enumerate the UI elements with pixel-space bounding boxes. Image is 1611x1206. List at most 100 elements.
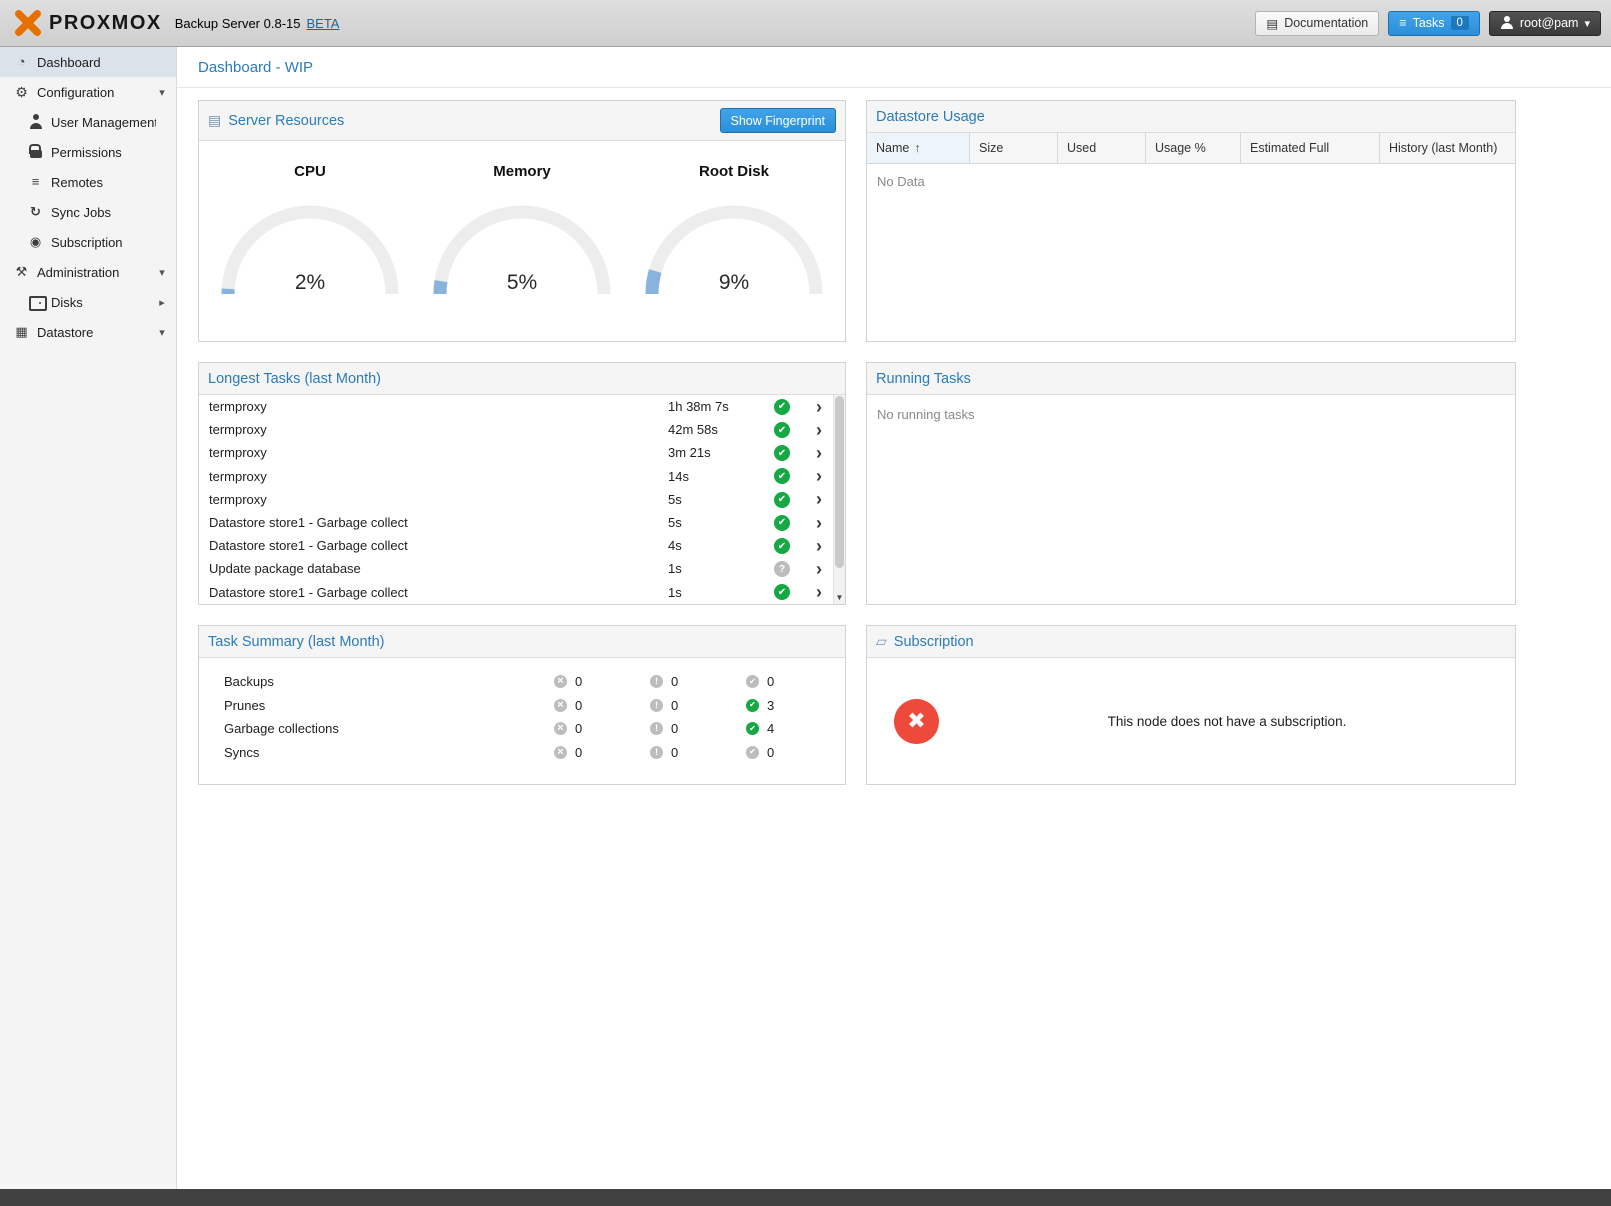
datastore-usage-header: Datastore Usage bbox=[867, 101, 1515, 133]
user-icon bbox=[1500, 16, 1514, 30]
column-usage[interactable]: Usage % bbox=[1146, 133, 1241, 163]
sidebar-item-icon bbox=[13, 264, 30, 280]
ok-count-icon bbox=[746, 746, 759, 759]
longest-tasks-body: termproxy 1h 38m 7s termproxy 42m 58s bbox=[199, 395, 845, 604]
task-summary-panel: Task Summary (last Month) Backups 0 bbox=[198, 625, 846, 785]
task-duration: 5s bbox=[668, 515, 774, 530]
sidebar: Dashboard Configuration User Management bbox=[0, 47, 177, 1189]
chevron-right-icon[interactable] bbox=[805, 514, 833, 532]
error-count: 0 bbox=[575, 674, 582, 689]
proxmox-x-icon bbox=[14, 10, 42, 36]
chevron-right-icon[interactable] bbox=[805, 583, 833, 601]
sidebar-item-label: Dashboard bbox=[37, 55, 156, 70]
column-label: History (last Month) bbox=[1389, 141, 1497, 155]
task-duration: 42m 58s bbox=[668, 422, 774, 437]
chevron-right-icon[interactable] bbox=[805, 490, 833, 508]
no-data-text: No Data bbox=[867, 164, 1515, 201]
chevron-right-icon[interactable] bbox=[805, 444, 833, 462]
scrollbar[interactable] bbox=[833, 395, 845, 604]
expander-icon[interactable] bbox=[156, 326, 168, 339]
warning-count: 0 bbox=[671, 745, 678, 760]
scrollbar-down-button[interactable] bbox=[834, 590, 845, 604]
sidebar-item-icon bbox=[27, 114, 44, 130]
sidebar-item-subscription[interactable]: Subscription bbox=[0, 227, 176, 257]
datastore-usage-columns: Name Size Used bbox=[867, 133, 1515, 164]
beta-link[interactable]: BETA bbox=[306, 16, 339, 31]
ok-count-icon bbox=[746, 675, 759, 688]
running-tasks-header: Running Tasks bbox=[867, 363, 1515, 395]
server-resources-title: Server Resources bbox=[228, 113, 344, 129]
datastore-usage-body: No Data bbox=[867, 164, 1515, 341]
column-label: Usage % bbox=[1155, 141, 1206, 155]
task-row[interactable]: termproxy 3m 21s bbox=[199, 441, 833, 464]
app-window: PROXMOX Backup Server 0.8-15 BETA Docume… bbox=[0, 0, 1611, 1206]
column-history[interactable]: History (last Month) bbox=[1380, 133, 1515, 163]
task-row[interactable]: Datastore store1 - Garbage collect 1s bbox=[199, 581, 833, 604]
longest-tasks-panel: Longest Tasks (last Month) termproxy 1h … bbox=[198, 362, 846, 605]
chevron-right-icon[interactable] bbox=[805, 467, 833, 485]
task-row[interactable]: Datastore store1 - Garbage collect 4s bbox=[199, 534, 833, 557]
sidebar-item-icon bbox=[27, 144, 44, 160]
scrollbar-thumb[interactable] bbox=[835, 396, 844, 568]
task-row[interactable]: termproxy 42m 58s bbox=[199, 418, 833, 441]
ok-count: 3 bbox=[767, 698, 774, 713]
documentation-label: Documentation bbox=[1284, 16, 1368, 30]
column-size[interactable]: Size bbox=[970, 133, 1058, 163]
tasks-label: Tasks bbox=[1413, 16, 1445, 30]
expander-icon[interactable] bbox=[156, 266, 168, 279]
longest-tasks-list: termproxy 1h 38m 7s termproxy 42m 58s bbox=[199, 395, 845, 604]
no-running-tasks-text: No running tasks bbox=[867, 395, 1515, 434]
sidebar-item-disks[interactable]: Disks bbox=[0, 287, 176, 317]
expander-icon[interactable] bbox=[156, 296, 168, 309]
subscription-title: Subscription bbox=[894, 634, 974, 650]
task-status-icon bbox=[774, 561, 790, 577]
sidebar-item-administration[interactable]: Administration bbox=[0, 257, 176, 287]
sidebar-item-icon bbox=[13, 84, 30, 100]
error-count-icon bbox=[554, 675, 567, 688]
chevron-right-icon[interactable] bbox=[805, 398, 833, 416]
sidebar-item-label: User Management bbox=[51, 115, 156, 130]
column-label: Estimated Full bbox=[1250, 141, 1329, 155]
sidebar-item-sync-jobs[interactable]: Sync Jobs bbox=[0, 197, 176, 227]
task-summary-row: Garbage collections 0 0 bbox=[199, 717, 845, 741]
sidebar-item-configuration[interactable]: Configuration bbox=[0, 77, 176, 107]
server-resources-body: CPU 2% Memory 5% bbox=[199, 141, 845, 341]
sidebar-item-remotes[interactable]: Remotes bbox=[0, 167, 176, 197]
column-estimated-full[interactable]: Estimated Full bbox=[1241, 133, 1380, 163]
chevron-right-icon[interactable] bbox=[805, 421, 833, 439]
gauge-title: CPU bbox=[207, 163, 413, 180]
gauge-value: 2% bbox=[207, 271, 413, 295]
task-duration: 5s bbox=[668, 492, 774, 507]
task-row[interactable]: termproxy 14s bbox=[199, 465, 833, 488]
column-name[interactable]: Name bbox=[867, 133, 970, 163]
ok-count: 0 bbox=[767, 674, 774, 689]
show-fingerprint-button[interactable]: Show Fingerprint bbox=[720, 108, 837, 133]
expander-icon[interactable] bbox=[156, 86, 168, 99]
tasks-button[interactable]: Tasks 0 bbox=[1388, 11, 1480, 36]
task-row[interactable]: Update package database 1s bbox=[199, 557, 833, 580]
sidebar-item-datastore[interactable]: Datastore bbox=[0, 317, 176, 347]
chevron-right-icon[interactable] bbox=[805, 537, 833, 555]
sidebar-item-label: Disks bbox=[51, 295, 156, 310]
sidebar-item-label: Sync Jobs bbox=[51, 205, 156, 220]
subscription-body: This node does not have a subscription. bbox=[867, 658, 1515, 784]
column-used[interactable]: Used bbox=[1058, 133, 1146, 163]
task-duration: 1s bbox=[668, 561, 774, 576]
sidebar-item-label: Permissions bbox=[51, 145, 156, 160]
task-row[interactable]: termproxy 5s bbox=[199, 488, 833, 511]
task-row[interactable]: termproxy 1h 38m 7s bbox=[199, 395, 833, 418]
sidebar-item-dashboard[interactable]: Dashboard bbox=[0, 47, 176, 77]
task-list-icon bbox=[1399, 16, 1406, 30]
user-menu-button[interactable]: root@pam bbox=[1489, 11, 1601, 36]
task-status-icon bbox=[774, 422, 790, 438]
task-name: Datastore store1 - Garbage collect bbox=[209, 585, 668, 600]
column-label: Used bbox=[1067, 141, 1096, 155]
top-header: PROXMOX Backup Server 0.8-15 BETA Docume… bbox=[0, 0, 1611, 47]
summary-label: Prunes bbox=[224, 698, 554, 713]
sidebar-item-permissions[interactable]: Permissions bbox=[0, 137, 176, 167]
task-row[interactable]: Datastore store1 - Garbage collect 5s bbox=[199, 511, 833, 534]
sidebar-item-icon bbox=[13, 324, 30, 340]
chevron-right-icon[interactable] bbox=[805, 560, 833, 578]
sidebar-item-user-management[interactable]: User Management bbox=[0, 107, 176, 137]
documentation-button[interactable]: Documentation bbox=[1255, 11, 1379, 36]
